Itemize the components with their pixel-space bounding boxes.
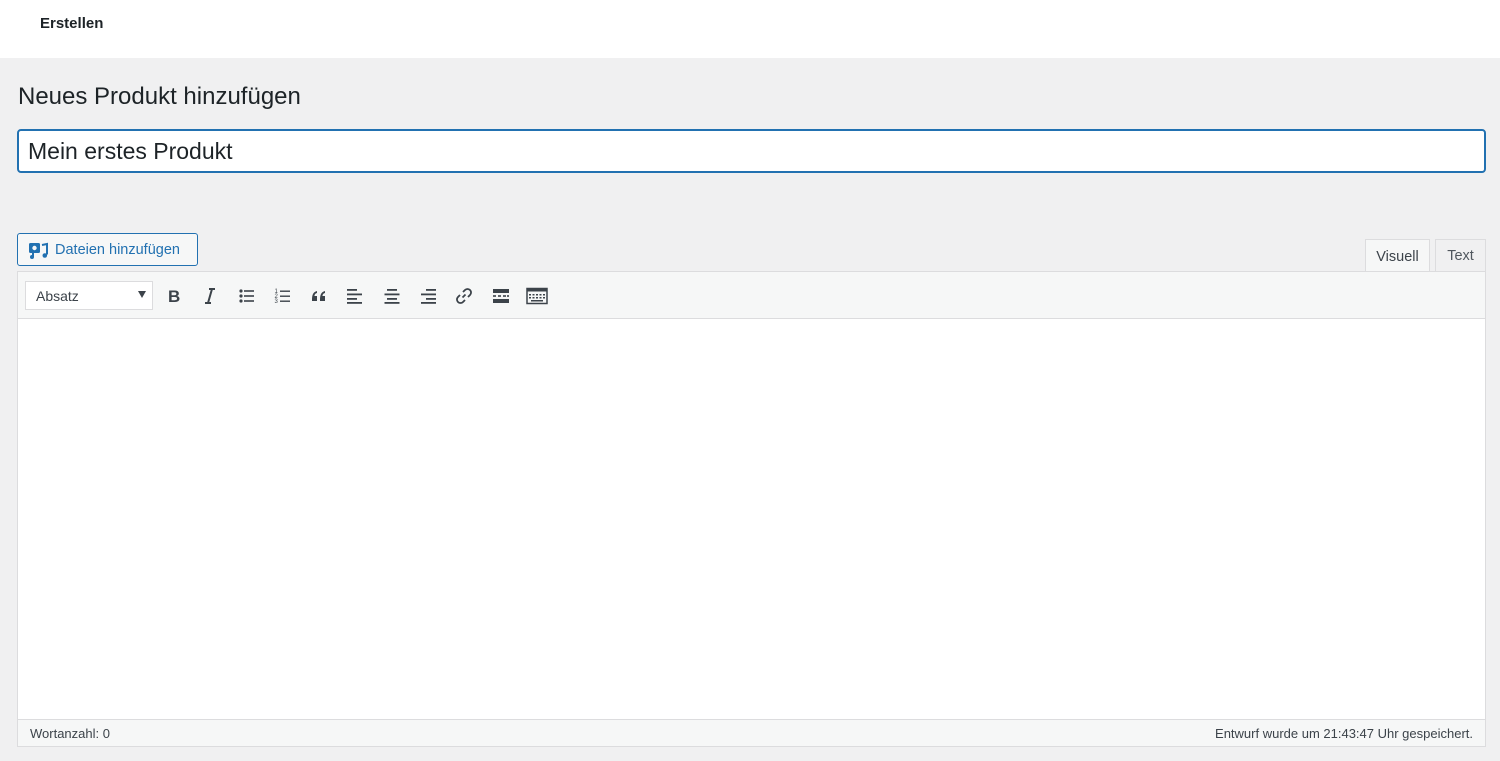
- editor-toolbar: Absatz B 1 2 3: [18, 272, 1485, 319]
- italic-button[interactable]: [197, 283, 223, 309]
- blockquote-button[interactable]: [306, 283, 332, 309]
- editor-content-area[interactable]: [18, 319, 1485, 720]
- numbered-list-icon: 1 2 3: [275, 289, 290, 305]
- dropdown-caret-icon: [138, 291, 146, 298]
- product-title-input[interactable]: [17, 129, 1486, 173]
- page-title: Neues Produkt hinzufügen: [18, 83, 301, 110]
- editor-status-bar: Wortanzahl: 0 Entwurf wurde um 21:43:47 …: [18, 719, 1485, 746]
- toolbar-toggle-button[interactable]: [524, 283, 550, 309]
- bulleted-list-icon: [239, 289, 254, 303]
- tab-visual[interactable]: Visuell: [1365, 239, 1430, 273]
- bulleted-list-button[interactable]: [234, 283, 260, 309]
- numbered-list-button[interactable]: 1 2 3: [270, 283, 296, 309]
- format-select[interactable]: Absatz: [25, 281, 153, 310]
- svg-text:B: B: [168, 287, 180, 306]
- insert-link-button[interactable]: [451, 283, 477, 309]
- top-bar: Erstellen: [0, 0, 1500, 58]
- bold-icon: B: [168, 287, 180, 306]
- add-media-button[interactable]: Dateien hinzufügen: [17, 233, 198, 266]
- read-more-icon: [493, 289, 509, 303]
- align-right-button[interactable]: [415, 283, 441, 309]
- word-count: Wortanzahl: 0: [30, 726, 110, 741]
- italic-icon: [205, 288, 215, 304]
- align-right-icon: [421, 289, 436, 304]
- align-left-icon: [347, 289, 362, 304]
- insert-link-icon: [456, 288, 472, 304]
- svg-text:3: 3: [275, 299, 279, 305]
- read-more-button[interactable]: [488, 283, 514, 309]
- tab-text[interactable]: Text: [1435, 239, 1486, 272]
- blockquote-icon: [312, 291, 325, 301]
- align-center-icon: [384, 289, 400, 304]
- add-media-label: Dateien hinzufügen: [55, 241, 180, 258]
- autosave-status: Entwurf wurde um 21:43:47 Uhr gespeicher…: [1215, 726, 1473, 741]
- media-icon: [28, 240, 48, 260]
- editor: Absatz B 1 2 3 Wortanzahl: 0 Entwurf wur…: [17, 271, 1486, 747]
- bold-button[interactable]: B: [161, 283, 187, 309]
- align-center-button[interactable]: [379, 283, 405, 309]
- align-left-button[interactable]: [342, 283, 368, 309]
- toolbar-toggle-icon: [526, 287, 548, 305]
- format-select-value: Absatz: [36, 287, 79, 304]
- top-bar-title: Erstellen: [40, 15, 104, 32]
